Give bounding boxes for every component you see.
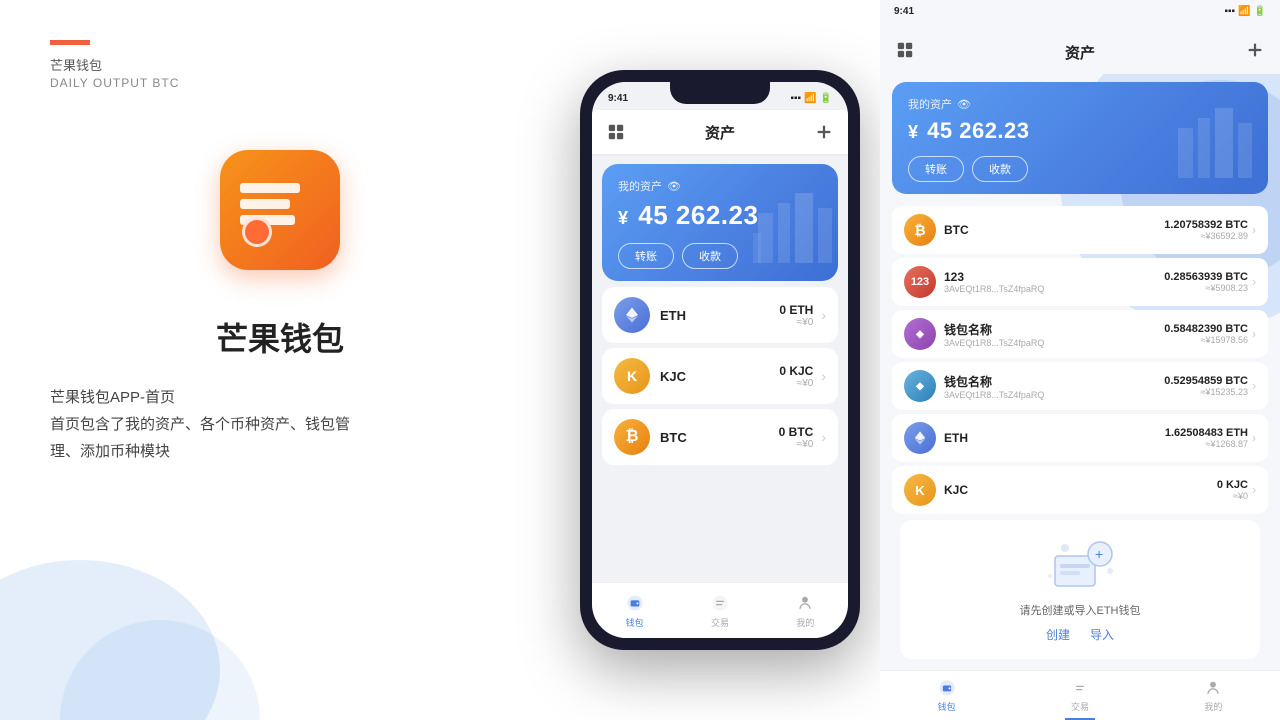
right-kjc-arrow: › — [1252, 483, 1256, 497]
btc-arrow: › — [821, 429, 826, 445]
right-receive-button[interactable]: 收款 — [972, 156, 1028, 182]
tab-transaction[interactable]: 交易 — [677, 583, 762, 638]
coin-item-eth[interactable]: ETH 0 ETH ≈¥0 › — [602, 287, 838, 343]
right-123-arrow: › — [1252, 275, 1256, 289]
kjc-arrow: › — [821, 368, 826, 384]
right-btc-logo: ₿ — [904, 214, 936, 246]
svg-text:+: + — [1095, 546, 1103, 562]
right-coin-btc[interactable]: ₿ BTC 1.20758392 BTC ≈¥36592.89 › — [892, 206, 1268, 254]
right-123-balance: 0.28563939 BTC ≈¥5908.23 — [1164, 271, 1248, 293]
eth-notice-links: 创建 导入 — [1046, 626, 1114, 643]
tab-wallet[interactable]: 钱包 — [592, 583, 677, 638]
right-wallet2-logo: ◆ — [904, 370, 936, 402]
right-tab-wallet[interactable]: 钱包 — [880, 671, 1013, 720]
right-panel: 9:41 ▪▪▪📶🔋 资产 我的资产 👁 ¥ 4 — [880, 0, 1280, 720]
right-grid-icon[interactable] — [896, 41, 914, 64]
eth-logo — [614, 297, 650, 333]
app-description: 芒果钱包APP-首页 首页包含了我的资产、各个币种资产、钱包管 理、添加币种模块 — [50, 384, 370, 465]
asset-card: 我的资产 👁 ¥ 45 262.23 转账 收款 — [602, 164, 838, 281]
eth-notice-illustration: + — [1040, 536, 1120, 596]
right-wallet1-balance: 0.58482390 BTC ≈¥15978.56 — [1164, 323, 1248, 345]
status-icons: ▪▪▪ 📶 🔋 — [790, 93, 832, 104]
right-eth-arrow: › — [1252, 431, 1256, 445]
transfer-button[interactable]: 转账 — [618, 243, 674, 269]
right-wallet1-name: 钱包名称 — [944, 321, 1044, 338]
right-btc-arrow: › — [1252, 223, 1256, 237]
right-wallet2-arrow: › — [1252, 379, 1256, 393]
right-coin-list: ₿ BTC 1.20758392 BTC ≈¥36592.89 › 123 12… — [880, 202, 1280, 670]
eye-icon[interactable]: 👁 — [667, 180, 681, 193]
tab-mine[interactable]: 我的 — [763, 583, 848, 638]
btc-name: BTC — [660, 430, 687, 445]
card-bg-decoration — [738, 164, 838, 281]
grid-icon[interactable] — [604, 120, 628, 144]
right-btc-name: BTC — [944, 223, 969, 237]
coin-item-btc[interactable]: ₿ BTC 0 BTC ≈¥0 › — [602, 409, 838, 465]
app-name-header: 芒果钱包 — [50, 55, 102, 74]
right-wallet1-addr: 3AvEQt1R8...TsZ4fpaRQ — [944, 338, 1044, 348]
right-wallet1-logo: ◆ — [904, 318, 936, 350]
phone-notch — [670, 82, 770, 104]
right-kjc-name: KJC — [944, 483, 968, 497]
right-header: 资产 — [880, 30, 1280, 74]
right-transfer-button[interactable]: 转账 — [908, 156, 964, 182]
right-coin-wallet2[interactable]: ◆ 钱包名称 3AvEQt1R8...TsZ4fpaRQ 0.52954859 … — [892, 362, 1268, 410]
receive-button[interactable]: 收款 — [682, 243, 738, 269]
accent-bar — [50, 40, 90, 45]
phone-coin-list: ETH 0 ETH ≈¥0 › K — [592, 287, 848, 465]
right-wallet1-arrow: › — [1252, 327, 1256, 341]
right-tab-mine[interactable]: 我的 — [1147, 671, 1280, 720]
eth-create-button[interactable]: 创建 — [1046, 626, 1070, 643]
app-icon — [220, 150, 340, 270]
right-eth-logo — [904, 422, 936, 454]
right-123-addr: 3AvEQt1R8...TsZ4fpaRQ — [944, 284, 1044, 294]
right-coin-123[interactable]: 123 123 3AvEQt1R8...TsZ4fpaRQ 0.28563939… — [892, 258, 1268, 306]
eth-arrow: › — [821, 307, 826, 323]
right-wallet2-name: 钱包名称 — [944, 373, 1044, 390]
right-tab-transaction[interactable]: 交易 — [1013, 671, 1146, 720]
eth-balance: 0 ETH ≈¥0 — [779, 303, 813, 328]
kjc-logo: K — [614, 358, 650, 394]
tagline: DAILY OUTPUT BTC — [50, 76, 510, 90]
right-eth-name: ETH — [944, 431, 968, 445]
right-123-name: 123 — [944, 270, 1044, 284]
right-coin-kjc[interactable]: K KJC 0 KJC ≈¥0 › — [892, 466, 1268, 514]
right-btc-balance: 1.20758392 BTC ≈¥36592.89 — [1164, 219, 1248, 241]
eth-name: ETH — [660, 308, 686, 323]
status-time: 9:41 — [608, 93, 628, 104]
btc-logo: ₿ — [614, 419, 650, 455]
right-eth-balance: 1.62508483 ETH ≈¥1268.87 — [1165, 427, 1248, 449]
right-asset-card: 我的资产 👁 ¥ 45 262.23 转账 收款 — [892, 82, 1268, 194]
coin-item-kjc[interactable]: K KJC 0 KJC ≈¥0 › — [602, 348, 838, 404]
eth-import-button[interactable]: 导入 — [1090, 626, 1114, 643]
right-status-bar: 9:41 ▪▪▪📶🔋 — [880, 0, 1280, 22]
right-wallet2-balance: 0.52954859 BTC ≈¥15235.23 — [1164, 375, 1248, 397]
right-kjc-logo: K — [904, 474, 936, 506]
right-eye-icon[interactable]: 👁 — [957, 98, 971, 111]
eth-notice-text: 请先创建或导入ETH钱包 — [1020, 602, 1141, 618]
right-status-icons: ▪▪▪📶🔋 — [1224, 6, 1266, 17]
right-status-time: 9:41 — [894, 6, 914, 17]
phone-mockup: 9:41 ▪▪▪ 📶 🔋 资产 — [560, 0, 880, 720]
phone-screen: 9:41 ▪▪▪ 📶 🔋 资产 — [592, 82, 848, 638]
right-kjc-balance: 0 KJC ≈¥0 — [1217, 479, 1248, 501]
phone-frame: 9:41 ▪▪▪ 📶 🔋 资产 — [580, 70, 860, 650]
btc-balance: 0 BTC ≈¥0 — [779, 425, 814, 450]
phone-nav-bar: 资产 — [592, 110, 848, 154]
right-tabbar: 钱包 交易 我的 — [880, 670, 1280, 720]
right-header-title: 资产 — [1065, 42, 1095, 63]
right-coin-eth[interactable]: ETH 1.62508483 ETH ≈¥1268.87 › — [892, 414, 1268, 462]
right-plus-icon[interactable] — [1246, 41, 1264, 64]
kjc-name: KJC — [660, 369, 686, 384]
right-wallet2-addr: 3AvEQt1R8...TsZ4fpaRQ — [944, 390, 1044, 400]
app-title: 芒果钱包 — [50, 314, 510, 360]
phone-nav-title: 资产 — [705, 122, 735, 143]
right-coin-wallet1[interactable]: ◆ 钱包名称 3AvEQt1R8...TsZ4fpaRQ 0.58482390 … — [892, 310, 1268, 358]
phone-tabbar: 钱包 交易 我的 — [592, 582, 848, 638]
eth-wallet-notice: + 请先创建或导入ETH钱包 创建 导入 — [900, 520, 1260, 659]
left-panel: 芒果钱包 DAILY OUTPUT BTC 芒果钱包 芒果钱包APP-首页 首页… — [0, 0, 560, 720]
right-123-logo: 123 — [904, 266, 936, 298]
plus-icon[interactable] — [812, 120, 836, 144]
kjc-balance: 0 KJC ≈¥0 — [779, 364, 813, 389]
